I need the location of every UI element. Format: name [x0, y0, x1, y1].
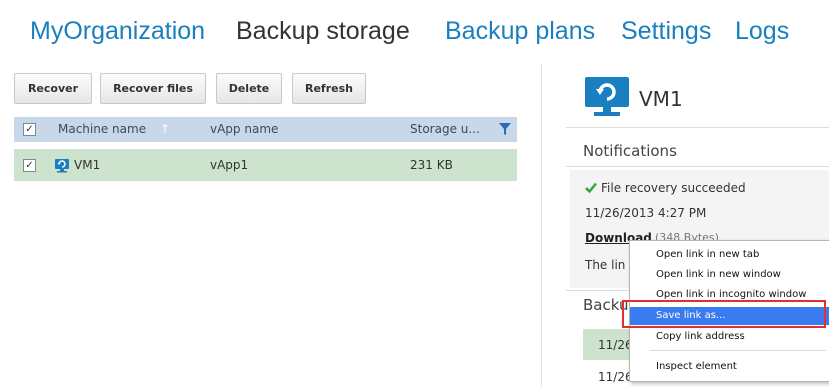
notification-text: File recovery succeeded — [601, 181, 746, 195]
column-machine-name[interactable]: Machine name — [58, 122, 146, 136]
row-checkbox[interactable]: ✓ — [23, 159, 36, 172]
menu-item-open-new-window[interactable]: Open link in new window — [630, 266, 829, 284]
check-icon — [585, 182, 597, 193]
column-vapp-name[interactable]: vApp name — [210, 122, 278, 136]
vm-icon — [55, 159, 69, 173]
nav-settings[interactable]: Settings — [621, 16, 711, 46]
highlight-annotation — [622, 300, 826, 328]
notifications-separator — [566, 166, 829, 167]
menu-item-open-new-tab[interactable]: Open link in new tab — [630, 246, 829, 264]
row-storage-used: 231 KB — [410, 158, 453, 172]
menu-item-copy-link-address[interactable]: Copy link address — [630, 328, 829, 346]
row-vapp-name: vApp1 — [210, 158, 249, 172]
filter-icon[interactable] — [498, 122, 512, 136]
menu-separator — [650, 350, 826, 351]
grid-header: ✓ Machine name ↑ vApp name Storage u... — [14, 117, 517, 142]
nav-my-organization[interactable]: MyOrganization — [30, 16, 205, 46]
column-storage-used[interactable]: Storage u... — [410, 122, 480, 136]
link-note: The lin — [585, 258, 626, 272]
detail-separator — [566, 127, 829, 128]
recover-files-button[interactable]: Recover files — [100, 73, 206, 104]
nav-logs[interactable]: Logs — [735, 16, 789, 46]
notifications-heading: Notifications — [583, 142, 677, 160]
nav-backup-plans[interactable]: Backup plans — [445, 16, 595, 46]
detail-title: VM1 — [639, 87, 683, 111]
table-row[interactable]: ✓ VM1 vApp1 231 KB — [14, 149, 517, 181]
notification-time: 11/26/2013 4:27 PM — [585, 206, 707, 220]
row-machine-name: VM1 — [74, 158, 101, 172]
sort-arrow-icon[interactable]: ↑ — [160, 122, 170, 136]
select-all-checkbox[interactable]: ✓ — [23, 123, 36, 136]
recover-button[interactable]: Recover — [14, 73, 92, 104]
nav-backup-storage[interactable]: Backup storage — [236, 16, 410, 46]
menu-item-inspect-element[interactable]: Inspect element — [630, 358, 829, 376]
delete-button[interactable]: Delete — [216, 73, 282, 104]
vm-large-icon — [585, 77, 629, 116]
refresh-button[interactable]: Refresh — [292, 73, 366, 104]
panel-divider — [541, 64, 542, 387]
